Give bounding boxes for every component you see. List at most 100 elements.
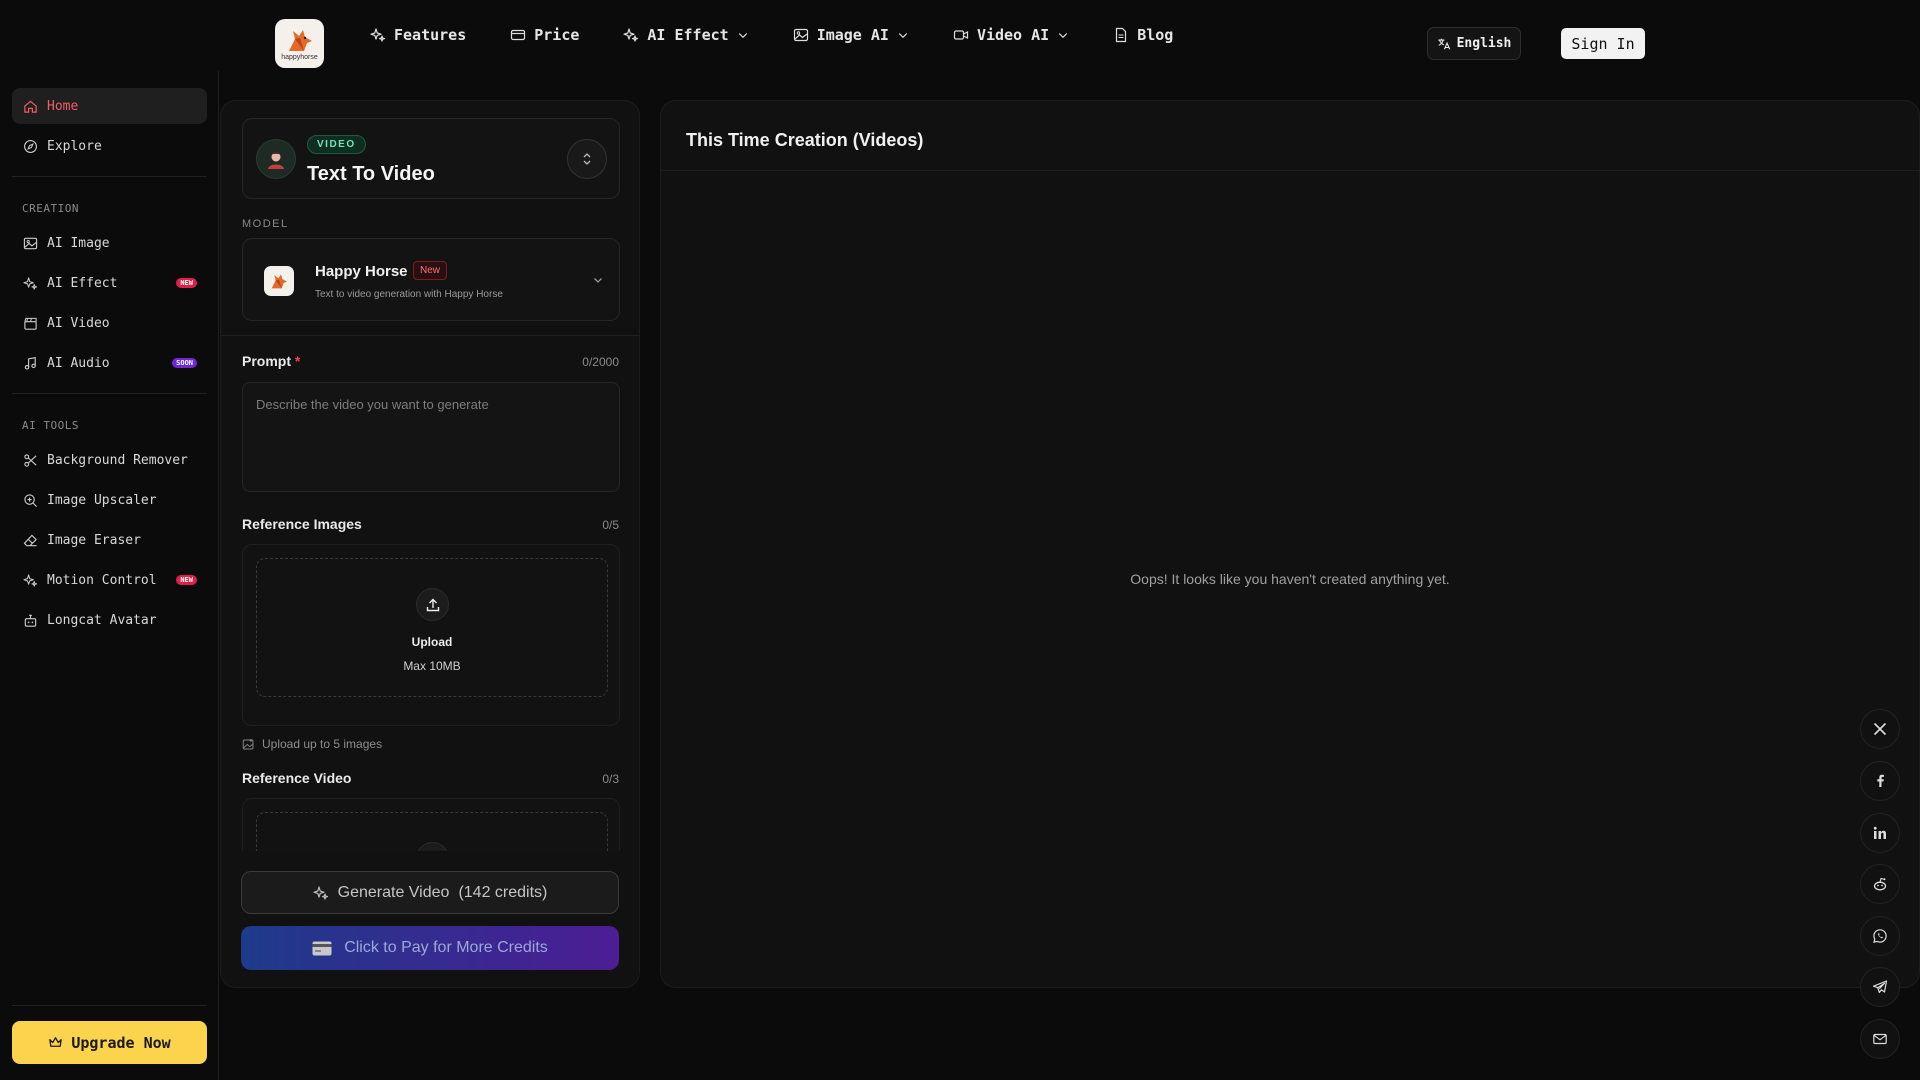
sidebar-item-motion-control[interactable]: Motion Control NEW bbox=[12, 562, 207, 598]
scissors-icon bbox=[24, 453, 37, 467]
share-email-button[interactable] bbox=[1860, 1019, 1900, 1059]
model-logo bbox=[264, 266, 294, 296]
telegram-icon bbox=[1872, 980, 1888, 994]
sidebar-item-label: Explore bbox=[47, 138, 102, 154]
generation-type-title: Text To Video bbox=[307, 163, 435, 185]
upload-label: Upload bbox=[411, 635, 453, 649]
compass-icon bbox=[24, 139, 37, 153]
sidebar-item-label: AI Audio bbox=[47, 355, 110, 371]
sidebar-item-ai-image[interactable]: AI Image bbox=[12, 225, 207, 261]
nav-ai-effect[interactable]: AI Effect bbox=[623, 26, 748, 44]
nav-blog-label: Blog bbox=[1137, 26, 1174, 44]
share-reddit-button[interactable] bbox=[1860, 864, 1900, 904]
sidebar-item-explore[interactable]: Explore bbox=[12, 128, 207, 164]
translate-icon bbox=[1437, 38, 1450, 49]
pay-credits-label: Click to Pay for More Credits bbox=[344, 939, 548, 956]
prompt-counter: 0/2000 bbox=[582, 355, 619, 369]
panel-divider bbox=[221, 335, 639, 336]
sidebar-item-label: Image Upscaler bbox=[47, 492, 157, 508]
sidebar-divider bbox=[12, 1005, 207, 1006]
prompt-input[interactable] bbox=[242, 382, 620, 492]
generate-label: Generate Video bbox=[337, 883, 450, 901]
sidebar-item-label: Motion Control bbox=[47, 572, 157, 588]
language-label: English bbox=[1456, 36, 1512, 51]
sidebar-item-longcat-avatar[interactable]: Longcat Avatar bbox=[12, 602, 207, 638]
share-whatsapp-button[interactable] bbox=[1860, 916, 1900, 956]
prompt-label: Prompt * bbox=[242, 353, 300, 369]
sign-in-button[interactable]: Sign In bbox=[1561, 28, 1645, 59]
sparkles-icon bbox=[23, 276, 38, 290]
sidebar-section-ai-tools: AI TOOLS bbox=[22, 419, 79, 432]
card-icon bbox=[511, 29, 526, 41]
sidebar-item-label: AI Video bbox=[47, 315, 110, 331]
nav-video-ai[interactable]: Video AI bbox=[953, 26, 1069, 44]
facebook-icon bbox=[1877, 774, 1884, 787]
linkedin-icon bbox=[1873, 826, 1886, 839]
sidebar-item-ai-effect[interactable]: AI Effect NEW bbox=[12, 265, 207, 301]
generation-type-card[interactable]: VIDEO Text To Video bbox=[242, 118, 620, 199]
bot-icon bbox=[24, 614, 37, 627]
empty-state-message: Oops! It looks like you haven't created … bbox=[1130, 571, 1450, 587]
sidebar-item-home[interactable]: Home bbox=[12, 88, 207, 124]
generation-panel: VIDEO Text To Video MODEL Happy Horse Ne… bbox=[220, 100, 640, 988]
reference-images-dropzone[interactable]: Upload Max 10MB bbox=[256, 558, 608, 697]
chevron-down-icon bbox=[898, 33, 908, 39]
share-linkedin-button[interactable] bbox=[1860, 813, 1900, 853]
sparkles-icon bbox=[23, 573, 38, 587]
zoom-icon bbox=[24, 493, 37, 507]
chevron-down-icon bbox=[1059, 33, 1068, 39]
sidebar-item-label: Longcat Avatar bbox=[47, 612, 157, 628]
nav-price[interactable]: Price bbox=[510, 26, 579, 44]
crown-icon bbox=[49, 1037, 63, 1047]
prompt-label-text: Prompt bbox=[242, 353, 291, 369]
language-button[interactable]: English bbox=[1427, 27, 1521, 60]
sidebar-divider bbox=[12, 176, 207, 177]
pay-credits-button[interactable]: Click to Pay for More Credits bbox=[241, 926, 619, 970]
sidebar-item-label: AI Image bbox=[47, 235, 110, 251]
eraser-icon bbox=[23, 534, 37, 546]
required-marker: * bbox=[294, 353, 301, 369]
creation-divider bbox=[661, 170, 1919, 171]
model-name: Happy Horse bbox=[315, 263, 408, 280]
brand-logo-text: happyhorse bbox=[281, 53, 318, 61]
home-icon bbox=[24, 100, 37, 113]
reddit-icon bbox=[1873, 877, 1887, 891]
sidebar-divider bbox=[12, 393, 207, 394]
model-description: Text to video generation with Happy Hors… bbox=[315, 289, 503, 300]
type-switch-button[interactable] bbox=[567, 139, 607, 179]
reference-images-card: Upload Max 10MB bbox=[242, 544, 620, 726]
upgrade-button[interactable]: Upgrade Now bbox=[12, 1021, 207, 1064]
document-icon bbox=[1116, 27, 1127, 43]
nav-ai-effect-label: AI Effect bbox=[647, 26, 729, 44]
share-facebook-button[interactable] bbox=[1860, 761, 1900, 801]
share-telegram-button[interactable] bbox=[1860, 967, 1900, 1007]
chevrons-up-down-icon bbox=[583, 153, 591, 165]
generate-video-button[interactable]: Generate Video (142 credits) bbox=[241, 871, 619, 914]
sidebar-item-label: Home bbox=[47, 98, 79, 114]
share-x-button[interactable] bbox=[1860, 709, 1900, 749]
new-badge: NEW bbox=[176, 278, 197, 288]
reference-images-hint-text: Upload up to 5 images bbox=[262, 737, 383, 751]
sparkles-icon bbox=[370, 28, 386, 42]
nav-image-ai[interactable]: Image AI bbox=[793, 26, 909, 44]
upload-max-size: Max 10MB bbox=[403, 659, 461, 673]
nav-features[interactable]: Features bbox=[370, 26, 466, 44]
new-badge: NEW bbox=[176, 575, 197, 585]
brand-logo[interactable]: happyhorse bbox=[275, 19, 324, 68]
upload-icon-wrap bbox=[416, 588, 449, 621]
sidebar-item-ai-audio[interactable]: AI Audio SOON bbox=[12, 345, 207, 381]
nav-blog[interactable]: Blog bbox=[1113, 26, 1173, 44]
sidebar-section-creation: CREATION bbox=[22, 202, 79, 215]
model-section-label: MODEL bbox=[242, 218, 289, 230]
image-icon bbox=[793, 28, 808, 42]
music-icon bbox=[24, 356, 36, 369]
clapper-icon bbox=[24, 317, 37, 330]
nav-video-ai-label: Video AI bbox=[976, 26, 1050, 44]
horse-logo-icon bbox=[288, 29, 312, 51]
model-selector[interactable]: Happy Horse New Text to video generation… bbox=[242, 238, 620, 321]
sidebar-item-ai-video[interactable]: AI Video bbox=[12, 305, 207, 341]
sidebar-item-image-eraser[interactable]: Image Eraser bbox=[12, 522, 207, 558]
sidebar-item-background-remover[interactable]: Background Remover bbox=[12, 442, 207, 478]
video-icon bbox=[953, 30, 969, 40]
sidebar-item-image-upscaler[interactable]: Image Upscaler bbox=[12, 482, 207, 518]
